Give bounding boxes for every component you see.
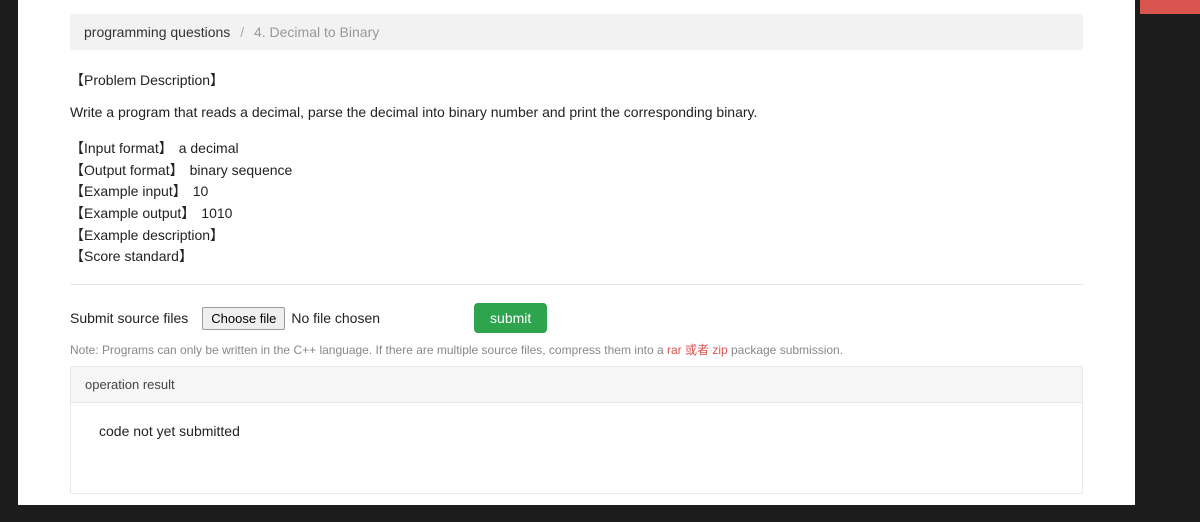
note-suffix: package submission. bbox=[728, 343, 843, 357]
input-format-value: a decimal bbox=[179, 138, 239, 160]
example-output-value: 1010 bbox=[201, 203, 232, 225]
submit-row: Submit source files Choose file No file … bbox=[70, 303, 1083, 333]
divider bbox=[70, 284, 1083, 285]
example-input-value: 10 bbox=[193, 181, 209, 203]
problem-body: 【Problem Description】 Write a program th… bbox=[70, 70, 1083, 268]
problem-description-text: Write a program that reads a decimal, pa… bbox=[70, 104, 1083, 120]
breadcrumb-root[interactable]: programming questions bbox=[84, 24, 230, 40]
breadcrumb: programming questions / 4. Decimal to Bi… bbox=[70, 14, 1083, 50]
problem-description-label: 【Problem Description】 bbox=[70, 70, 1083, 90]
example-description-label: 【Example description】 bbox=[70, 225, 224, 247]
example-input-label: 【Example input】 bbox=[70, 181, 187, 203]
note-prefix: Note: Programs can only be written in th… bbox=[70, 343, 667, 357]
submit-note: Note: Programs can only be written in th… bbox=[70, 341, 1083, 358]
input-format-label: 【Input format】 bbox=[70, 138, 173, 160]
main-content-panel: programming questions / 4. Decimal to Bi… bbox=[18, 0, 1135, 505]
note-rar: rar bbox=[667, 343, 682, 357]
problem-spec-list: 【Input format】 a decimal 【Output format】… bbox=[70, 138, 1083, 268]
breadcrumb-separator: / bbox=[240, 24, 244, 40]
file-chooser: Choose file No file chosen bbox=[202, 307, 380, 330]
submit-button[interactable]: submit bbox=[474, 303, 547, 333]
breadcrumb-current: 4. Decimal to Binary bbox=[254, 24, 379, 40]
file-chosen-status: No file chosen bbox=[291, 310, 380, 326]
top-right-accent bbox=[1140, 0, 1200, 14]
output-format-label: 【Output format】 bbox=[70, 160, 184, 182]
operation-result-body: code not yet submitted bbox=[71, 403, 1082, 493]
choose-file-button[interactable]: Choose file bbox=[202, 307, 285, 330]
example-output-label: 【Example output】 bbox=[70, 203, 195, 225]
operation-result-header: operation result bbox=[71, 367, 1082, 403]
note-zip: zip bbox=[712, 343, 727, 357]
score-standard-label: 【Score standard】 bbox=[70, 246, 193, 268]
output-format-value: binary sequence bbox=[190, 160, 293, 182]
submit-source-label: Submit source files bbox=[70, 310, 188, 326]
note-or: 或者 bbox=[682, 343, 713, 357]
operation-result-box: operation result code not yet submitted bbox=[70, 366, 1083, 494]
